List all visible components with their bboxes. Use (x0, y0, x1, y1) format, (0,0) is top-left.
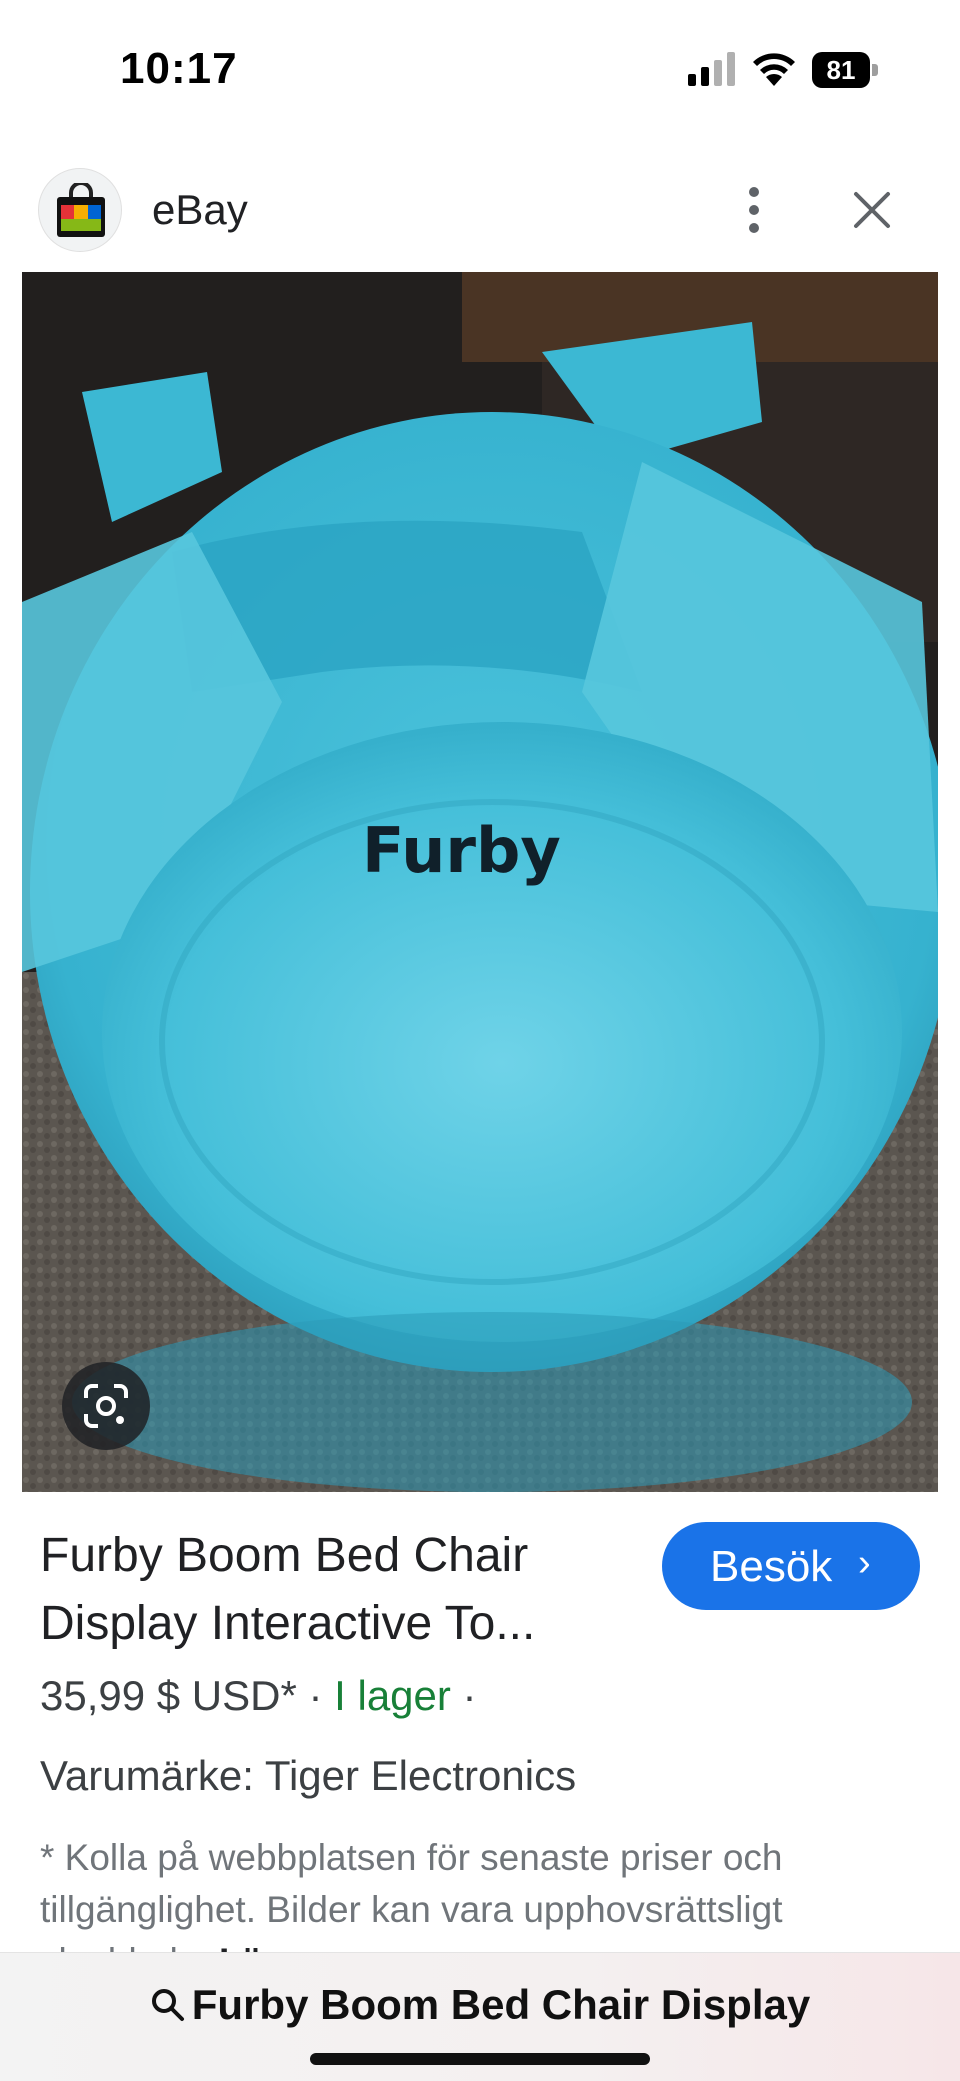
disclaimer-text: * Kolla på webbplatsen för senaste prise… (40, 1837, 783, 1952)
visit-button-label: Besök (710, 1542, 833, 1591)
battery-indicator: 81 (812, 52, 878, 88)
search-query-text: Furby Boom Bed Chair Display (191, 1981, 811, 2028)
furby-bed-chair-photo: Furby (22, 272, 938, 1492)
price: 35,99 $ USD* (40, 1672, 297, 1719)
stock-status: I lager (334, 1672, 451, 1719)
status-bar: 10:17 81 (0, 0, 960, 140)
google-lens-button[interactable] (62, 1362, 150, 1450)
price-row: 35,99 $ USD* · I lager · (40, 1672, 477, 1720)
separator: · (296, 1672, 335, 1719)
home-indicator[interactable] (310, 2053, 650, 2065)
status-time: 10:17 (120, 44, 238, 93)
search-icon (151, 1989, 184, 2021)
battery-level: 81 (826, 55, 856, 85)
app-header: eBay (0, 160, 960, 270)
site-name[interactable]: eBay (152, 186, 248, 234)
google-lens-icon (84, 1384, 128, 1428)
cellular-signal-icon (688, 52, 735, 86)
wifi-icon (753, 53, 795, 86)
visit-button[interactable]: Besök › (662, 1522, 920, 1610)
furby-logo-print: Furby (362, 814, 561, 887)
read-more-link[interactable]: Läs mer (219, 1941, 361, 1952)
disclaimer: * Kolla på webbplatsen för senaste prise… (40, 1832, 920, 1952)
shopping-bag-icon (57, 183, 105, 237)
bottom-search-bar[interactable]: Furby Boom Bed Chair Display (0, 1952, 960, 2081)
chevron-right-icon: › (858, 1542, 871, 1584)
trailing-separator: · (450, 1672, 477, 1719)
close-icon[interactable] (848, 186, 896, 234)
search-query-row[interactable]: Furby Boom Bed Chair Display (0, 1981, 960, 2029)
product-title[interactable]: Furby Boom Bed Chair Display Interactive… (40, 1522, 640, 1658)
product-image[interactable]: Furby (22, 272, 938, 1492)
more-vertical-icon[interactable] (736, 182, 772, 242)
battery-tip (872, 64, 878, 76)
site-logo[interactable] (38, 168, 122, 252)
brand: Varumärke: Tiger Electronics (40, 1752, 577, 1799)
